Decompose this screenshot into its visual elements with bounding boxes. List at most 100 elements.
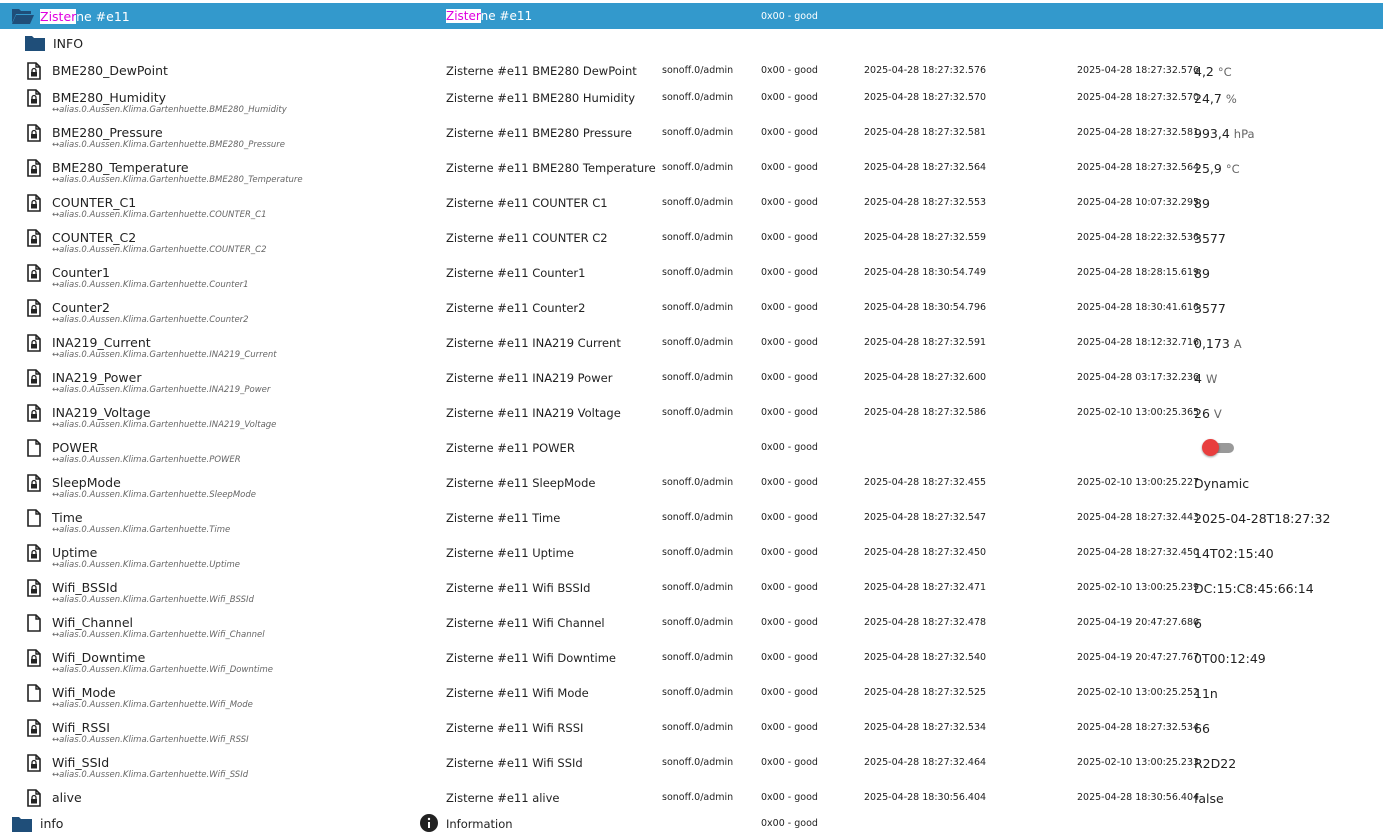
state-value[interactable]: 4 W <box>1194 371 1217 386</box>
state-last-change: 2025-04-28 18:27:32.534 <box>1077 722 1200 733</box>
state-row[interactable]: BME280_Humidity ↔alias.0.Aussen.Klima.Gar… <box>0 84 1383 119</box>
state-value[interactable]: 66 <box>1194 721 1210 736</box>
state-name: BME280_Pressure <box>52 125 163 140</box>
state-role: sonoff.0/admin <box>662 267 734 278</box>
state-status: 0x00 - good <box>761 407 818 418</box>
state-last-change: 2025-04-28 03:17:32.236 <box>1077 372 1200 383</box>
state-last-change: 2025-04-28 10:07:32.295 <box>1077 197 1200 208</box>
state-value[interactable]: 0T00:12:49 <box>1194 651 1266 666</box>
state-row[interactable]: Wifi_Downtime ↔alias.0.Aussen.Klima.Garte… <box>0 644 1383 679</box>
state-status: 0x00 - good <box>761 162 818 173</box>
state-value[interactable]: 4,2 °C <box>1194 64 1232 79</box>
state-value[interactable]: 2025-04-28T18:27:32 <box>1194 511 1330 526</box>
state-row[interactable]: Wifi_Channel ↔alias.0.Aussen.Klima.Garten… <box>0 609 1383 644</box>
state-row[interactable]: Counter2 ↔alias.0.Aussen.Klima.Gartenhuet… <box>0 294 1383 329</box>
file-lock-icon <box>27 474 41 492</box>
file-lock-icon <box>27 334 41 352</box>
file-lock-icon <box>27 264 41 282</box>
state-value[interactable]: 26 V <box>1194 406 1222 421</box>
state-role: sonoff.0/admin <box>662 582 734 593</box>
state-name: Counter2 <box>52 300 110 315</box>
state-status: 0x00 - good <box>761 547 818 558</box>
state-value[interactable]: 89 <box>1194 196 1210 211</box>
state-status: 0x00 - good <box>761 92 818 103</box>
state-value[interactable]: 89 <box>1194 266 1210 281</box>
state-value[interactable]: 0,173 A <box>1194 336 1242 351</box>
state-text: Zisterne #e11 BME280 Pressure <box>446 126 632 140</box>
state-value[interactable]: 14T02:15:40 <box>1194 546 1274 561</box>
file-lock-icon <box>27 194 41 212</box>
state-row[interactable]: Counter1 ↔alias.0.Aussen.Klima.Gartenhuet… <box>0 259 1383 294</box>
state-text: Zisterne #e11 POWER <box>446 441 575 455</box>
state-value[interactable]: 24,7 % <box>1194 91 1237 106</box>
state-value[interactable]: DC:15:C8:45:66:14 <box>1194 581 1314 596</box>
info-folder-name: INFO <box>53 36 84 51</box>
state-row[interactable]: COUNTER_C2 ↔alias.0.Aussen.Klima.Gartenhu… <box>0 224 1383 259</box>
file-lock-icon <box>27 159 41 177</box>
selected-folder-row[interactable]: Zisterne #e11 Zisterne #e11 0x00 - good <box>0 3 1383 29</box>
state-role: sonoff.0/admin <box>662 197 734 208</box>
state-text: Zisterne #e11 SleepMode <box>446 476 596 490</box>
state-text: Zisterne #e11 Wifi Channel <box>446 616 605 630</box>
state-alias: ↔alias.0.Aussen.Klima.Gartenhuette.Wifi_… <box>52 630 265 640</box>
state-row[interactable]: Wifi_Mode ↔alias.0.Aussen.Klima.Gartenhue… <box>0 679 1383 714</box>
state-timestamp: 2025-04-28 18:27:32.586 <box>864 407 987 418</box>
state-row[interactable]: INA219_Current ↔alias.0.Aussen.Klima.Gart… <box>0 329 1383 364</box>
state-name: Wifi_SSId <box>52 755 110 770</box>
state-timestamp: 2025-04-28 18:27:32.553 <box>864 197 987 208</box>
state-value[interactable]: 993,4 hPa <box>1194 126 1255 141</box>
state-text: Zisterne #e11 INA219 Current <box>446 336 621 350</box>
state-last-change: 2025-04-28 18:28:15.619 <box>1077 267 1200 278</box>
state-alias: ↔alias.0.Aussen.Klima.Gartenhuette.POWER <box>52 455 241 465</box>
state-status: 0x00 - good <box>761 372 818 383</box>
state-value[interactable]: 3577 <box>1194 301 1226 316</box>
state-value[interactable]: 3577 <box>1194 231 1226 246</box>
state-row[interactable]: Wifi_RSSI ↔alias.0.Aussen.Klima.Gartenhue… <box>0 714 1383 749</box>
state-row[interactable]: POWER ↔alias.0.Aussen.Klima.Gartenhuette.… <box>0 434 1383 469</box>
state-row[interactable]: INA219_Voltage ↔alias.0.Aussen.Klima.Gart… <box>0 399 1383 434</box>
state-name: Wifi_RSSI <box>52 720 110 735</box>
state-last-change: 2025-04-28 18:27:32.443 <box>1077 512 1200 523</box>
power-toggle[interactable] <box>1202 438 1234 458</box>
file-icon <box>27 509 41 527</box>
state-timestamp: 2025-04-28 18:30:54.796 <box>864 302 987 313</box>
state-row[interactable]: BME280_Temperature ↔alias.0.Aussen.Klima.… <box>0 154 1383 189</box>
state-row[interactable]: COUNTER_C1 ↔alias.0.Aussen.Klima.Gartenhu… <box>0 189 1383 224</box>
state-text: Zisterne #e11 BME280 Humidity <box>446 91 636 105</box>
state-last-change: 2025-02-10 13:00:25.365 <box>1077 407 1200 418</box>
state-text: Zisterne #e11 INA219 Power <box>446 371 613 385</box>
state-row[interactable]: INA219_Power ↔alias.0.Aussen.Klima.Garten… <box>0 364 1383 399</box>
state-value[interactable]: 25,9 °C <box>1194 161 1240 176</box>
state-status: 0x00 - good <box>761 442 818 453</box>
state-value[interactable]: Dynamic <box>1194 476 1249 491</box>
state-value[interactable]: 11n <box>1194 686 1218 701</box>
state-row[interactable]: BME280_Pressure ↔alias.0.Aussen.Klima.Gar… <box>0 119 1383 154</box>
state-alias: ↔alias.0.Aussen.Klima.Gartenhuette.Wifi_… <box>52 665 274 675</box>
state-alias: ↔alias.0.Aussen.Klima.Gartenhuette.Time <box>52 525 231 535</box>
state-role: sonoff.0/admin <box>662 162 734 173</box>
info-folder-row[interactable]: INFO <box>0 33 1383 55</box>
state-alias: ↔alias.0.Aussen.Klima.Gartenhuette.Uptim… <box>52 560 241 570</box>
state-row[interactable]: Time ↔alias.0.Aussen.Klima.Gartenhuette.T… <box>0 504 1383 539</box>
state-last-change: 2025-02-10 13:00:25.233 <box>1077 757 1200 768</box>
state-role: sonoff.0/admin <box>662 372 734 383</box>
file-lock-icon <box>27 544 41 562</box>
state-status: 0x00 - good <box>761 477 818 488</box>
state-text: Zisterne #e11 Counter1 <box>446 266 586 280</box>
state-row[interactable]: BME280_DewPoint Zisterne #e11 BME280 DewP… <box>0 57 1383 84</box>
state-name: Time <box>52 510 83 525</box>
state-timestamp: 2025-04-28 18:27:32.570 <box>864 92 987 103</box>
state-row[interactable]: SleepMode ↔alias.0.Aussen.Klima.Gartenhue… <box>0 469 1383 504</box>
state-row[interactable]: Wifi_SSId ↔alias.0.Aussen.Klima.Gartenhue… <box>0 749 1383 784</box>
state-row[interactable]: Wifi_BSSId ↔alias.0.Aussen.Klima.Gartenhu… <box>0 574 1383 609</box>
file-lock-icon <box>27 299 41 317</box>
state-value[interactable]: 6 <box>1194 616 1202 631</box>
state-value[interactable]: R2D22 <box>1194 756 1236 771</box>
state-last-change: 2025-02-10 13:00:25.227 <box>1077 477 1200 488</box>
state-row[interactable]: Uptime ↔alias.0.Aussen.Klima.Gartenhuette… <box>0 539 1383 574</box>
state-value[interactable]: false <box>1194 791 1224 806</box>
info-footer-row[interactable]: info Information 0x00 - good <box>0 812 1383 832</box>
state-name: BME280_Humidity <box>52 90 167 105</box>
state-last-change: 2025-02-10 13:00:25.239 <box>1077 582 1200 593</box>
file-lock-icon <box>27 754 41 772</box>
